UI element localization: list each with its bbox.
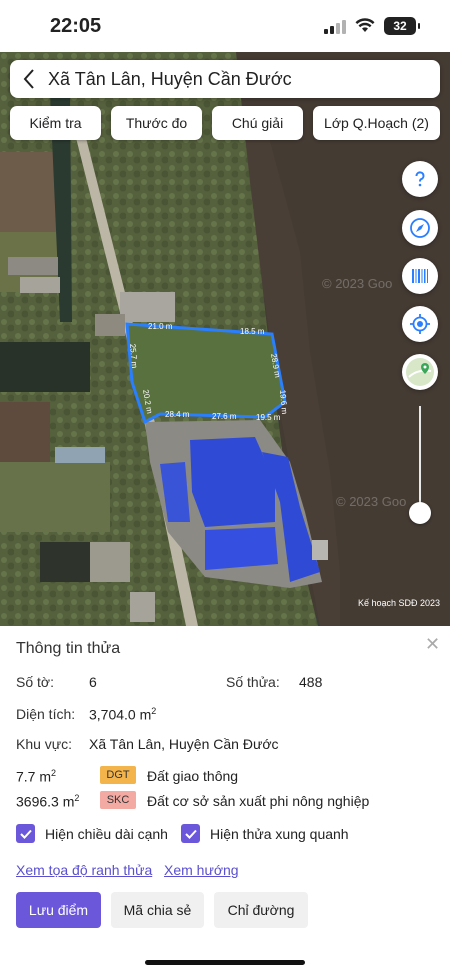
compass-button[interactable] (402, 210, 438, 246)
show-edge-length-checkbox[interactable]: Hiện chiều dài cạnh (16, 824, 168, 843)
map-layer-button[interactable] (402, 354, 438, 390)
barcode-button[interactable] (402, 258, 438, 294)
checkbox-label: Hiện chiều dài cạnh (45, 825, 168, 842)
view-direction-link[interactable]: Xem hướng (164, 862, 239, 878)
area-value: 3,704.0 m2 (89, 706, 157, 723)
land-use-area: 3696.3 m2 (16, 793, 80, 810)
parcel-info-panel: Thông tin thửa ✕ Số tờ: 6 Số thửa: 488 D… (0, 626, 450, 974)
close-button[interactable]: ✕ (425, 634, 440, 655)
status-time: 22:05 (50, 15, 102, 37)
edge-label: 21.0 m (148, 322, 173, 331)
area-label: Diện tích: (16, 706, 76, 722)
region-label: Khu vực: (16, 736, 73, 752)
view-boundary-coords-link[interactable]: Xem tọa độ ranh thửa (16, 862, 152, 878)
home-indicator (145, 960, 305, 965)
parcel-number-value: 488 (299, 674, 323, 690)
search-bar[interactable]: Xã Tân Lân, Huyện Cần Đước (10, 60, 440, 98)
tab-chu-giai[interactable]: Chú giải (212, 106, 303, 140)
zoom-slider-knob[interactable] (409, 502, 431, 524)
panel-title: Thông tin thửa (16, 640, 121, 657)
signal-icon (324, 20, 346, 34)
check-icon (16, 824, 35, 843)
edge-label: 28.4 m (165, 410, 190, 419)
map-layer-icon (406, 358, 434, 386)
parcel-number-label: Số thửa: (226, 674, 280, 690)
sheet-number-label: Số tờ: (16, 674, 54, 690)
land-use-code-badge: DGT (100, 766, 136, 784)
close-icon: ✕ (425, 634, 441, 654)
compass-icon (410, 218, 430, 238)
battery-icon: 32 (384, 17, 420, 35)
chevron-left-icon (23, 69, 34, 89)
zoom-slider-track[interactable] (419, 406, 421, 514)
locate-button[interactable] (402, 306, 438, 342)
edge-label: 27.6 m (212, 412, 237, 421)
directions-button[interactable]: Chỉ đường (214, 892, 308, 928)
status-bar: 22:05 32 (0, 0, 450, 52)
tab-lop-quy-hoach[interactable]: Lớp Q.Hoạch (2) (313, 106, 440, 140)
barcode-icon (412, 269, 428, 283)
land-use-code-badge: SKC (100, 791, 136, 809)
share-code-button[interactable]: Mã chia sẻ (111, 892, 204, 928)
region-value: Xã Tân Lân, Huyện Cần Đước (89, 736, 279, 752)
checkbox-label: Hiện thửa xung quanh (210, 825, 349, 842)
check-icon (181, 824, 200, 843)
map-tab-bar: Kiểm tra Thước đo Chú giải Lớp Q.Hoạch (… (10, 106, 440, 140)
land-use-area: 7.7 m2 (16, 768, 57, 785)
tab-kiem-tra[interactable]: Kiểm tra (10, 106, 101, 140)
locate-icon (410, 314, 430, 334)
map-credit: Kế hoạch SDĐ 2023 (357, 598, 440, 608)
land-use-name: Đất giao thông (147, 768, 239, 784)
wifi-icon (355, 18, 375, 32)
save-point-button[interactable]: Lưu điểm (16, 892, 101, 928)
sheet-number-value: 6 (89, 674, 97, 690)
help-button[interactable] (402, 161, 438, 197)
edge-label: 18.5 m (240, 327, 265, 336)
land-use-name: Đất cơ sở sản xuất phi nông nghiệp (147, 793, 370, 809)
tab-thuoc-do[interactable]: Thước đo (111, 106, 202, 140)
back-button[interactable] (10, 60, 48, 98)
help-icon (415, 171, 425, 187)
map-watermark: © 2023 Goo (322, 276, 392, 291)
edge-label: 19.5 m (256, 413, 281, 422)
location-title: Xã Tân Lân, Huyện Cần Đước (48, 68, 292, 89)
map-watermark: © 2023 Goo (336, 494, 406, 509)
show-neighbor-parcels-checkbox[interactable]: Hiện thửa xung quanh (181, 824, 349, 843)
